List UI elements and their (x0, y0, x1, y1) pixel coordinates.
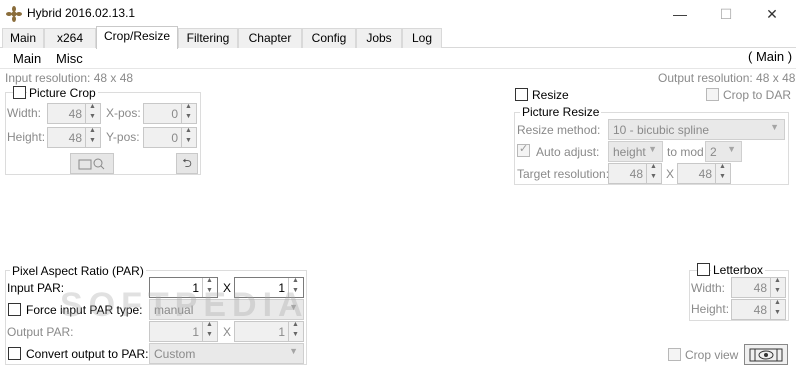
chevron-down-icon: ▼ (727, 144, 736, 154)
crop-width-label: Width: (7, 106, 42, 120)
output-par-label: Output PAR: (7, 325, 74, 339)
target-width-spinbox[interactable]: 48 (608, 163, 662, 184)
close-button[interactable]: ✕ (757, 4, 787, 24)
subtab-main[interactable]: Main (13, 51, 41, 66)
tab-crop-resize[interactable]: Crop/Resize (96, 26, 178, 49)
window-title: Hybrid 2016.02.13.1 (27, 6, 136, 20)
picture-crop-label: Picture Crop (27, 86, 98, 100)
resize-label: Resize (532, 88, 569, 102)
letterbox-height-label: Height: (691, 302, 730, 316)
film-eye-icon (749, 348, 783, 362)
letterbox-label: Letterbox (711, 263, 766, 277)
target-x-label: X (666, 167, 675, 181)
crop-preview-button[interactable] (70, 153, 114, 174)
crop-ypos-label: Y-pos: (106, 130, 140, 144)
crop-height-label: Height: (7, 130, 46, 144)
maximize-button[interactable]: ☐ (711, 4, 741, 24)
auto-adjust-checkbox[interactable] (517, 142, 530, 157)
tab-jobs[interactable]: Jobs (356, 28, 402, 48)
crop-preview-icon (78, 158, 105, 170)
auto-adjust-select[interactable]: height ▼ (608, 141, 663, 162)
divider (0, 68, 796, 69)
resize-method-label: Resize method: (517, 123, 601, 137)
chevron-down-icon: ▼ (648, 144, 657, 154)
tab-main[interactable]: Main (2, 28, 44, 48)
tab-filtering[interactable]: Filtering (178, 28, 238, 48)
target-resolution-label: Target resolution: (517, 167, 610, 181)
input-par-label: Input PAR: (7, 281, 65, 295)
crop-to-dar-checkbox[interactable] (706, 88, 719, 101)
section-label: ( Main ) (748, 49, 793, 64)
tab-chapter[interactable]: Chapter (238, 28, 302, 48)
letterbox-checkbox[interactable] (697, 263, 710, 276)
crop-width-spinbox[interactable]: 48 (47, 103, 101, 124)
picture-resize-label: Picture Resize (520, 105, 602, 119)
output-resolution: Output resolution: 48 x 48 (658, 71, 796, 85)
convert-par-select[interactable]: Custom ▼ (149, 343, 304, 364)
crop-view-label: Crop view (685, 348, 739, 362)
picture-crop-checkbox[interactable] (13, 86, 26, 99)
target-height-spinbox[interactable]: 48 (677, 163, 731, 184)
tab-log[interactable]: Log (402, 28, 442, 48)
crop-xpos-spinbox[interactable]: 0 (143, 103, 197, 124)
par-label: Pixel Aspect Ratio (PAR) (10, 264, 146, 278)
chevron-down-icon: ▼ (289, 346, 298, 356)
crop-xpos-label: X-pos: (106, 106, 141, 120)
tab-x264[interactable]: x264 (44, 28, 96, 48)
resize-method-select[interactable]: 10 - bicubic spline ▼ (608, 119, 785, 140)
letterbox-width-spinbox[interactable]: 48 (731, 277, 786, 298)
chevron-down-icon: ▼ (770, 122, 779, 132)
subtab-misc[interactable]: Misc (56, 51, 83, 66)
tab-config[interactable]: Config (302, 28, 356, 48)
crop-view-button[interactable] (744, 344, 788, 365)
crop-height-spinbox[interactable]: 48 (47, 127, 101, 148)
minimize-button[interactable]: — (665, 4, 695, 24)
crop-view-checkbox[interactable] (668, 348, 681, 361)
convert-par-label: Convert output to PAR: (26, 347, 149, 361)
output-par-x-label: X (223, 325, 232, 339)
crop-to-dar-label: Crop to DAR (723, 88, 792, 102)
mod-select[interactable]: 2 ▼ (705, 141, 742, 162)
letterbox-height-spinbox[interactable]: 48 (731, 299, 786, 320)
watermark: SOFTPEDIA (60, 286, 309, 324)
auto-adjust-label: Auto adjust: (536, 145, 600, 159)
to-mod-label: to mod (667, 145, 704, 159)
app-logo-icon (6, 6, 22, 22)
force-par-checkbox[interactable] (8, 303, 21, 316)
crop-ypos-spinbox[interactable]: 0 (143, 127, 197, 148)
resize-checkbox[interactable] (515, 88, 528, 101)
tab-bar: Main x264 Crop/Resize Filtering Chapter … (0, 26, 796, 49)
undo-icon: ⮌ (182, 156, 192, 170)
input-resolution: Input resolution: 48 x 48 (5, 71, 134, 85)
letterbox-width-label: Width: (691, 281, 726, 295)
reset-crop-button[interactable]: ⮌ (176, 153, 198, 174)
convert-par-checkbox[interactable] (8, 347, 21, 360)
